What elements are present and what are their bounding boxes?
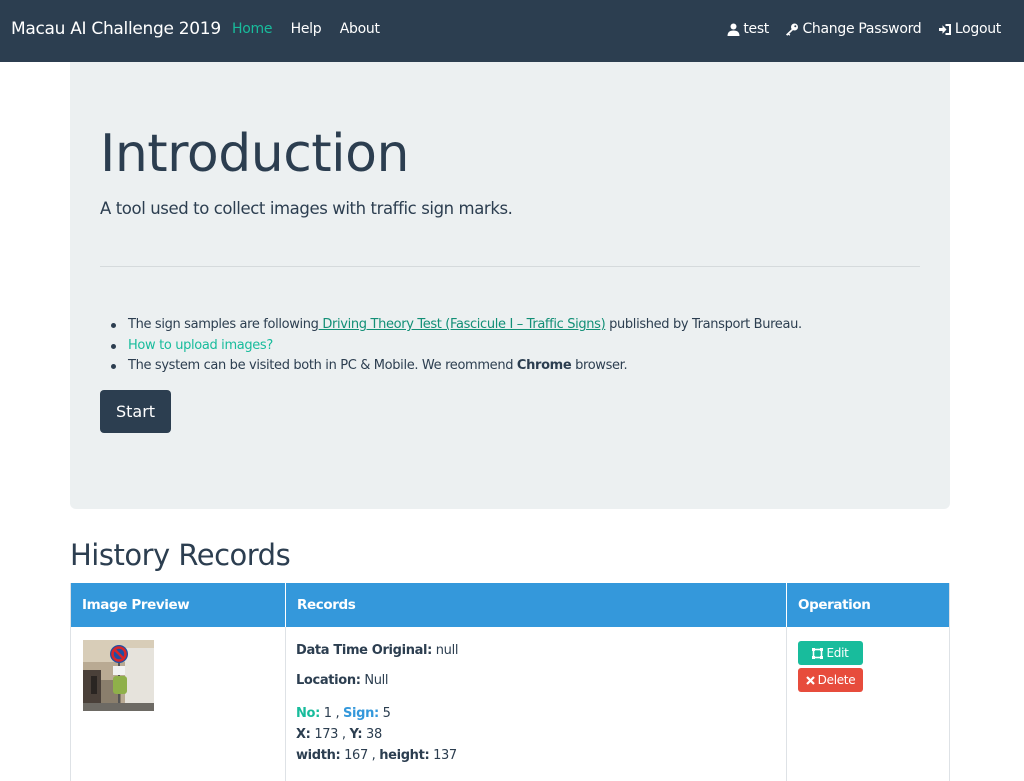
edit-label: Edit [826,646,849,660]
start-button[interactable]: Start [100,390,171,433]
field-value: 167 , [340,748,380,763]
logout-label: Logout [954,21,1001,37]
column-header: Records [285,583,786,627]
navbar: Macau AI Challenge 2019 Home Help About … [0,0,1024,62]
history-title: History Records [70,538,291,572]
bullet-browser-note: The system can be visited both in PC & M… [108,356,802,377]
field-label: X: [296,727,311,742]
nav-user[interactable]: test [727,21,769,37]
field-label: width: [296,748,341,763]
divider [100,266,920,267]
bullet-upload-help: How to upload images? [108,336,802,357]
intro-lead: A tool used to collect images with traff… [100,199,513,218]
table-header: Image Preview Records Operation [71,583,949,627]
nav-home[interactable]: Home [232,21,272,37]
driving-theory-link[interactable]: Driving Theory Test (Fascicule I – Traff… [319,317,605,332]
nav-help[interactable]: Help [291,21,322,37]
delete-label: Delete [817,673,856,687]
size-line: width: 167 , height: 137 [296,745,458,766]
column-header: Image Preview [82,597,190,613]
image-preview-thumbnail[interactable] [83,640,154,711]
field-value: 38 [362,727,382,742]
nav-links: Home Help About [232,21,394,37]
change-password-label: Change Password [802,21,922,37]
how-to-upload-link[interactable]: How to upload images? [128,338,273,353]
bullet-text: The sign samples are following [128,317,319,332]
field-label: Sign: [343,706,379,721]
field-value: null [432,643,459,658]
delete-icon [805,675,815,685]
field-value: Null [360,673,389,688]
intro-jumbotron: Introduction A tool used to collect imag… [70,62,950,509]
field-label: Data Time Original: [296,643,433,658]
field-label: Y: [349,727,363,742]
field-value: 5 [378,706,391,721]
nav-about[interactable]: About [340,21,380,37]
sign-line: No: 1 , Sign: 5 [296,703,458,724]
record-details: Data Time Original: null Location: Null … [296,643,458,766]
field-label: Location: [296,673,361,688]
intro-bullets: The sign samples are following Driving T… [108,315,802,377]
field-value: 173 , [310,727,350,742]
bullet-text: The system can be visited both in PC & M… [128,358,517,373]
delete-button[interactable]: Delete [798,668,863,692]
nav-user-menu: test Change Password Logout [715,21,1001,40]
location-line: Location: Null [296,673,458,688]
edit-icon [812,647,824,659]
field-label: height: [379,748,430,763]
column-divider [285,627,286,781]
user-icon [727,23,740,36]
browser-name: Chrome [516,358,572,373]
date-time-line: Data Time Original: null [296,643,458,658]
column-header: Operation [786,583,949,627]
nav-change-password[interactable]: Change Password [785,21,922,37]
edit-button[interactable]: Edit [798,641,863,665]
intro-title: Introduction [100,124,409,184]
bullet-sign-samples: The sign samples are following Driving T… [108,315,802,336]
nav-logout[interactable]: Logout [938,21,1001,37]
bullet-text: browser. [571,358,628,373]
field-label: No: [296,706,320,721]
field-value: 1 , [319,706,344,721]
bullet-text: published by Transport Bureau. [605,317,802,332]
key-icon [786,23,799,36]
user-name: test [743,21,769,37]
table-row: Data Time Original: null Location: Null … [71,627,949,781]
brand[interactable]: Macau AI Challenge 2019 [11,19,221,39]
history-table: Image Preview Records Operation Data Tim… [70,583,950,781]
coordinates-line: X: 173 , Y: 38 [296,724,458,745]
logout-icon [938,23,951,35]
field-value: 137 [429,748,457,763]
column-divider [786,627,787,781]
